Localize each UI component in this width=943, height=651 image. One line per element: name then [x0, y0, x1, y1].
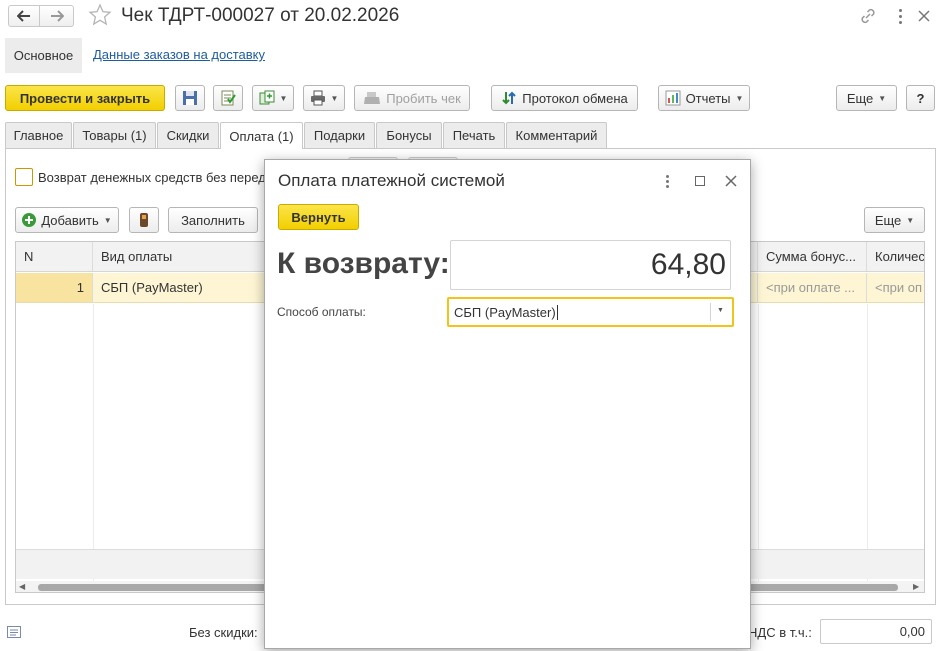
tab-bonuses[interactable]: Бонусы [376, 122, 442, 148]
more-button[interactable]: Еще ▼ [836, 85, 897, 111]
vat-value-field[interactable]: 0,00 [820, 619, 932, 644]
reports-label: Отчеты [685, 90, 731, 106]
post-document-icon [221, 90, 236, 106]
scroll-right-arrow[interactable]: ▶ [913, 582, 919, 591]
payment-system-dialog: Оплата платежной системой Вернуть К возв… [264, 159, 751, 649]
scroll-left-arrow[interactable]: ◀ [19, 582, 25, 591]
forward-button[interactable] [40, 5, 74, 27]
tab-comment[interactable]: Комментарий [506, 122, 607, 148]
print-button[interactable]: ▼ [303, 85, 345, 111]
tab-goods[interactable]: Товары (1) [73, 122, 156, 148]
chevron-down-icon: ▼ [330, 93, 339, 103]
fill-button[interactable]: Заполнить [168, 207, 258, 233]
print-check-label: Пробить чек [386, 90, 461, 106]
maximize-icon[interactable] [695, 176, 705, 186]
exchange-log-label: Протокол обмена [522, 90, 628, 106]
chevron-down-icon: ▼ [279, 93, 288, 103]
printer-icon [310, 90, 325, 106]
column-header-quantity[interactable]: Количес [867, 242, 924, 271]
scanner-button[interactable] [129, 207, 159, 233]
payment-method-select[interactable]: СБП (PayMaster) ▼ [447, 297, 734, 327]
exchange-log-button[interactable]: Протокол обмена [491, 85, 638, 111]
chevron-down-icon: ▼ [878, 93, 887, 103]
save-button[interactable] [175, 85, 205, 111]
payment-method-label: Способ оплаты: [277, 305, 366, 319]
column-header-n[interactable]: N [16, 242, 93, 271]
add-label: Добавить [41, 212, 99, 228]
exchange-arrows-icon [502, 91, 516, 105]
row-n: 1 [16, 273, 93, 302]
no-discount-label: Без скидки: [189, 625, 258, 640]
link-icon[interactable] [858, 6, 878, 26]
row-bonus-sum: <при оплате ... [758, 273, 867, 302]
chevron-down-icon: ▼ [735, 93, 744, 103]
section-delivery-link[interactable]: Данные заказов на доставку [93, 47, 265, 62]
select-divider [710, 303, 711, 321]
chevron-down-icon: ▼ [103, 215, 112, 225]
tab-print[interactable]: Печать [443, 122, 505, 148]
return-button[interactable]: Вернуть [278, 204, 359, 230]
reports-button[interactable]: Отчеты ▼ [658, 85, 750, 111]
report-chart-icon [665, 90, 681, 106]
chevron-down-icon[interactable]: ▼ [717, 307, 724, 314]
message-icon[interactable] [7, 626, 21, 638]
post-button[interactable] [213, 85, 243, 111]
arrow-right-icon [50, 10, 64, 22]
section-main[interactable]: Основное [5, 38, 82, 73]
window-title: Чек ТДРТ-000027 от 20.02.2026 [121, 5, 400, 26]
create-based-icon [259, 90, 275, 105]
tab-gifts[interactable]: Подарки [304, 122, 375, 148]
table-more-button[interactable]: Еще ▼ [864, 207, 925, 233]
add-payment-button[interactable]: Добавить ▼ [15, 207, 119, 233]
barcode-scanner-icon [140, 213, 148, 227]
favorite-star-icon[interactable] [88, 3, 112, 27]
chevron-down-icon: ▼ [906, 215, 915, 225]
to-return-amount: 64,80 [450, 240, 731, 290]
vat-label: НДС в т.ч.: [748, 625, 812, 640]
post-and-close-button[interactable]: Провести и закрыть [5, 85, 165, 111]
dialog-title: Оплата платежной системой [278, 171, 505, 190]
column-header-bonus-sum[interactable]: Сумма бонус... [758, 242, 867, 271]
tab-payment[interactable]: Оплата (1) [220, 122, 303, 149]
close-icon[interactable] [914, 6, 934, 26]
more-vertical-icon[interactable] [892, 6, 908, 26]
tab-discounts[interactable]: Скидки [157, 122, 219, 148]
refund-checkbox[interactable] [15, 168, 33, 186]
cash-register-icon [364, 92, 381, 104]
row-quantity: <при оп [875, 280, 923, 295]
back-button[interactable] [8, 5, 40, 27]
dialog-more-icon[interactable] [663, 173, 671, 189]
print-check-button[interactable]: Пробить чек [354, 85, 470, 111]
floppy-icon [183, 91, 197, 105]
more-label: Еще [846, 90, 874, 106]
plus-circle-icon [22, 213, 37, 227]
dialog-close-icon[interactable] [723, 173, 739, 189]
create-based-on-button[interactable]: ▼ [252, 85, 294, 111]
to-return-label: К возврату: [277, 247, 450, 280]
refund-checkbox-label: Возврат денежных средств без перед [38, 170, 266, 185]
table-more-label: Еще [874, 212, 902, 228]
payment-method-value: СБП (PayMaster) [454, 305, 558, 320]
tab-main[interactable]: Главное [5, 122, 72, 148]
help-button[interactable]: ? [906, 85, 935, 111]
arrow-left-icon [17, 10, 30, 22]
